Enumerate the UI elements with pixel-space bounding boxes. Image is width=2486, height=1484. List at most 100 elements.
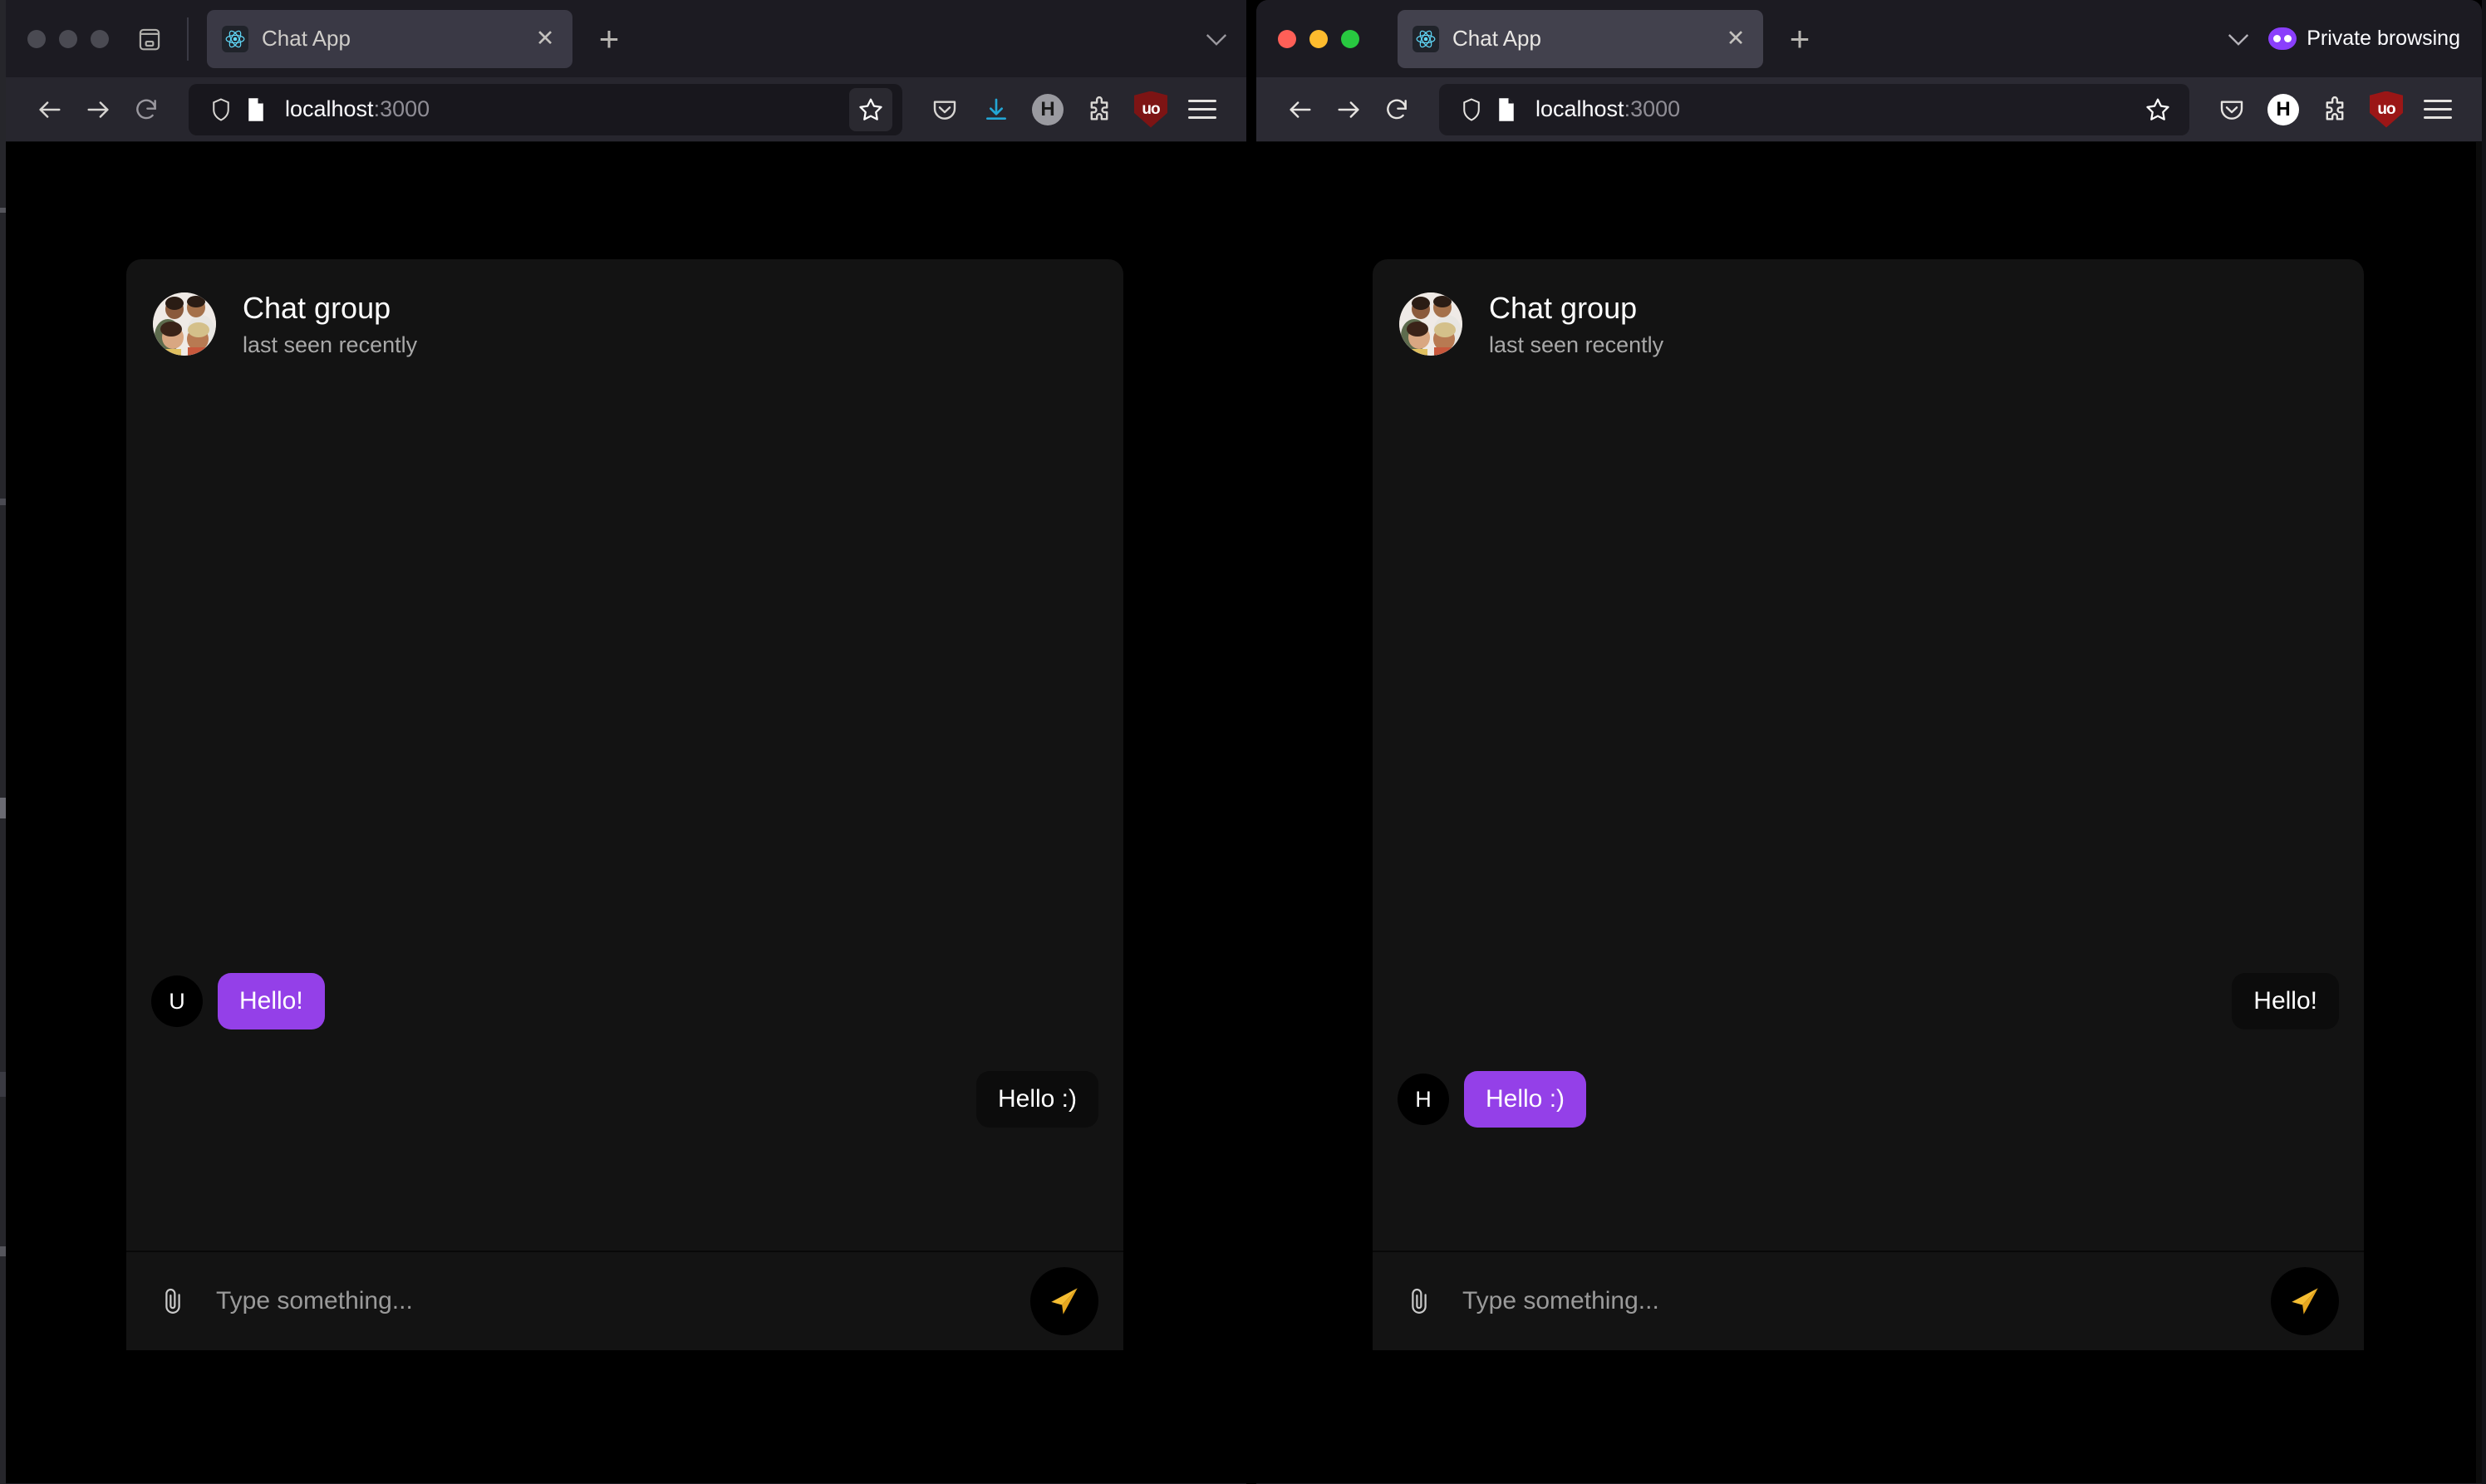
message-list-right: Hello! H Hello :) [1373, 358, 2364, 1251]
new-tab-button[interactable]: + [587, 17, 631, 61]
send-message-button[interactable] [2271, 1267, 2339, 1335]
window-gap [1246, 0, 1256, 1484]
url-host: localhost [1535, 96, 1624, 121]
send-paper-plane-icon [1051, 1288, 1078, 1314]
honey-badge-letter: H [1032, 93, 1064, 125]
tab-chat-app[interactable]: Chat App ✕ [1398, 9, 1763, 68]
url-bar[interactable]: localhost:3000 [189, 83, 902, 135]
page-info-icon[interactable] [1489, 92, 1524, 127]
react-atom-icon [222, 25, 248, 52]
toolbar-extension-icons-left: H uo [921, 86, 1226, 134]
message-bubble: Hello! [2232, 973, 2339, 1029]
chat-header-right: Chat group last seen recently [1373, 259, 2364, 358]
bookmark-star-icon[interactable] [849, 87, 892, 131]
send-paper-plane-icon [2292, 1288, 2318, 1314]
shield-icon[interactable] [1454, 92, 1489, 127]
close-tab-icon[interactable]: ✕ [529, 23, 561, 55]
shield-icon[interactable] [204, 92, 238, 127]
message-row: H Hello :) [1398, 1071, 1587, 1128]
url-bar[interactable]: localhost:3000 [1439, 83, 2189, 135]
message-composer-right: Type something... [1373, 1251, 2364, 1350]
toolbar-extension-icons-right: H uo [2208, 86, 2462, 134]
close-tab-icon[interactable]: ✕ [1720, 23, 1752, 55]
extensions-puzzle-icon[interactable] [1075, 86, 1123, 134]
downloads-icon[interactable] [972, 86, 1020, 134]
ublock-origin-icon[interactable]: uo [2362, 86, 2410, 134]
ublock-origin-icon[interactable]: uo [1127, 86, 1175, 134]
private-browsing-label: Private browsing [2307, 27, 2460, 50]
reload-button[interactable] [1373, 86, 1421, 134]
group-photo-avatar [153, 292, 216, 356]
message-input[interactable]: Type something... [216, 1287, 1030, 1315]
reload-button[interactable] [122, 86, 170, 134]
minimize-window-button[interactable] [1309, 29, 1328, 48]
message-input[interactable]: Type something... [1462, 1287, 2271, 1315]
chat-card-left: Chat group last seen recently U Hello! H… [126, 259, 1123, 1350]
back-button[interactable] [26, 86, 74, 134]
message-row: U Hello! [151, 973, 325, 1029]
tab-chat-app[interactable]: Chat App ✕ [207, 9, 572, 68]
honey-extension-icon[interactable]: H [2259, 86, 2307, 134]
pocket-icon[interactable] [921, 86, 969, 134]
list-all-tabs-chevron-down-icon[interactable] [2217, 17, 2260, 61]
chat-header-text: Chat group last seen recently [1489, 289, 1663, 358]
message-bubble: Hello :) [975, 1071, 1098, 1128]
chat-title: Chat group [1489, 291, 1638, 325]
message-list-left: U Hello! Hello :) [126, 358, 1123, 1251]
message-avatar: H [1398, 1074, 1449, 1125]
pocket-icon[interactable] [2208, 86, 2256, 134]
hamburger-lines [2424, 100, 2452, 119]
forward-button[interactable] [74, 86, 122, 134]
application-menu-hamburger-icon[interactable] [2414, 86, 2462, 134]
chat-card-right: Chat group last seen recently Hello! H H… [1373, 259, 2364, 1350]
extensions-puzzle-icon[interactable] [2311, 86, 2359, 134]
message-row: Hello! [2232, 973, 2339, 1029]
chat-status: last seen recently [243, 332, 418, 357]
background-window-content [0, 0, 6, 1484]
ublock-shield: uo [1134, 91, 1167, 128]
navigation-toolbar-left: localhost:3000 H uo [6, 77, 1246, 142]
page-scrollbar[interactable] [2476, 142, 2482, 1483]
chat-header-text: Chat group last seen recently [243, 289, 417, 358]
message-bubble: Hello :) [1464, 1071, 1587, 1128]
maximize-window-button[interactable] [1341, 29, 1359, 48]
bookmark-star-icon[interactable] [2136, 88, 2179, 131]
honey-badge-letter: H [2267, 93, 2299, 125]
url-text: localhost:3000 [285, 96, 849, 122]
new-tab-button[interactable]: + [1778, 17, 1821, 61]
window-controls-left[interactable] [6, 29, 109, 48]
private-browsing-mask-icon [2268, 27, 2297, 50]
minimize-window-button[interactable] [59, 29, 77, 48]
close-window-button[interactable] [1278, 29, 1296, 48]
web-content-left: Chat group last seen recently U Hello! H… [6, 142, 1246, 1483]
back-button[interactable] [1276, 86, 1324, 134]
tabstrip-divider [187, 17, 189, 61]
sidebar-toggle-icon[interactable] [130, 20, 169, 58]
right-screen-edge [2482, 0, 2486, 1484]
maximize-window-button[interactable] [91, 29, 109, 48]
send-message-button[interactable] [1030, 1267, 1098, 1335]
background-window-sliver [0, 0, 6, 1484]
paperclip-icon[interactable] [155, 1280, 191, 1322]
forward-button[interactable] [1324, 86, 1373, 134]
message-bubble: Hello! [218, 973, 325, 1029]
honey-extension-icon[interactable]: H [1024, 86, 1072, 134]
desktop-screen: Chat App ✕ + localhost:3000 H uo Chat gr… [0, 0, 2486, 1484]
private-browsing-indicator: Private browsing [2268, 27, 2460, 51]
browser-window-right[interactable]: Chat App ✕ + Private browsing localhost:… [1256, 0, 2482, 1484]
tabstrip-right: Chat App ✕ + Private browsing [1256, 0, 2482, 77]
close-window-button[interactable] [27, 29, 46, 48]
url-text: localhost:3000 [1535, 96, 2136, 122]
group-photo-avatar [1399, 292, 1462, 356]
window-controls-right[interactable] [1256, 29, 1359, 48]
paperclip-icon[interactable] [1401, 1280, 1437, 1322]
page-info-icon[interactable] [238, 92, 273, 127]
ublock-shield: uo [2370, 91, 2403, 128]
message-composer-left: Type something... [126, 1251, 1123, 1350]
browser-window-left[interactable]: Chat App ✕ + localhost:3000 H uo Chat gr… [6, 0, 1246, 1484]
message-row: Hello :) [975, 1071, 1098, 1128]
list-all-tabs-chevron-down-icon[interactable] [1195, 17, 1238, 61]
tab-title: Chat App [262, 26, 351, 51]
tab-title: Chat App [1452, 26, 1541, 51]
application-menu-hamburger-icon[interactable] [1178, 86, 1226, 134]
